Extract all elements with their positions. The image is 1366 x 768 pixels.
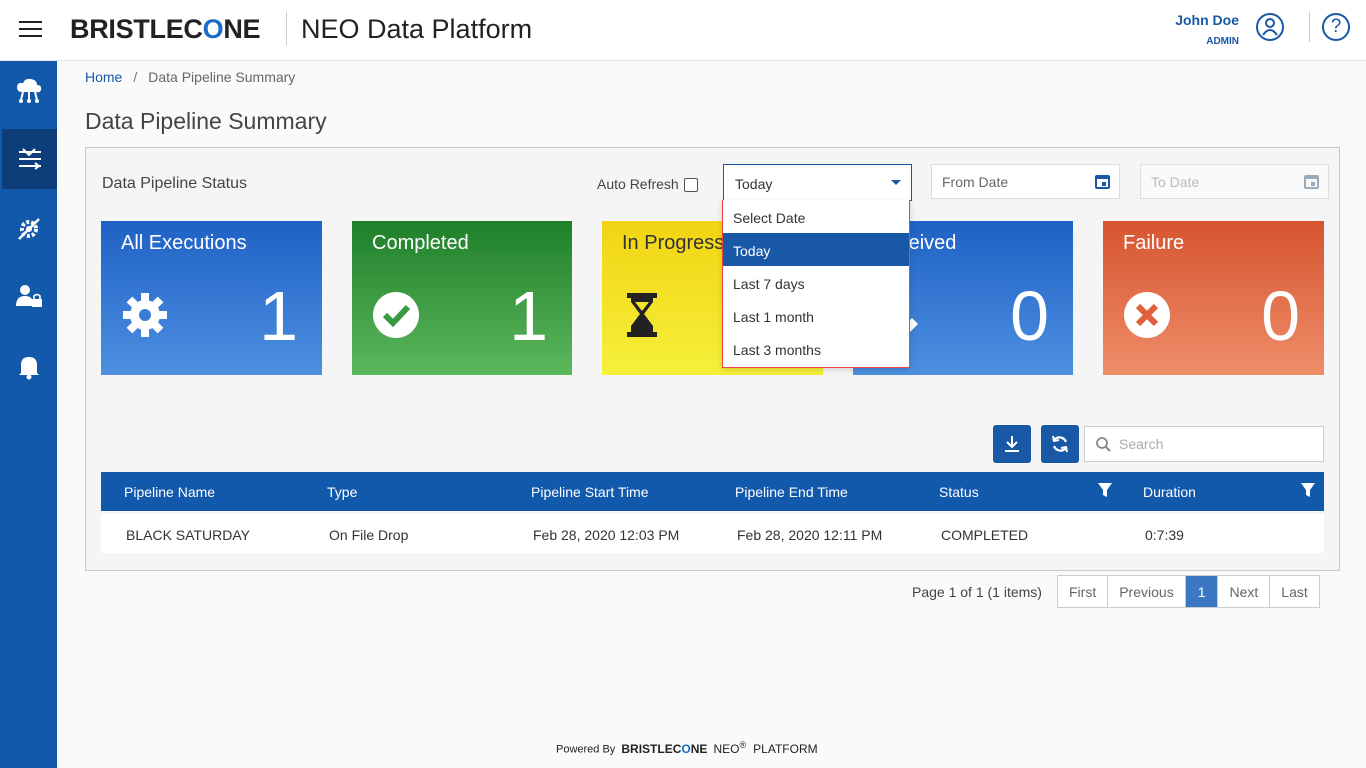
filter-icon[interactable] bbox=[1301, 483, 1315, 497]
brand-logo: BRISTLECONE bbox=[70, 14, 261, 44]
header-divider bbox=[286, 12, 287, 46]
tile-title: In Progress bbox=[622, 232, 725, 254]
calendar-icon[interactable] bbox=[1095, 174, 1110, 189]
column-header[interactable]: Pipeline Name bbox=[124, 484, 215, 500]
tile-title: Completed bbox=[372, 232, 469, 254]
help-icon[interactable]: ? bbox=[1322, 13, 1350, 41]
next-page-button[interactable]: Next bbox=[1218, 576, 1271, 607]
column-header[interactable]: Pipeline Start Time bbox=[531, 484, 649, 500]
app-header: BRISTLECONE NEO Data Platform John Doe A… bbox=[0, 0, 1366, 61]
last-page-button[interactable]: Last bbox=[1270, 576, 1318, 607]
current-page-button[interactable]: 1 bbox=[1185, 576, 1219, 607]
user-name: John Doe bbox=[1175, 12, 1239, 28]
refresh-icon bbox=[1052, 435, 1068, 453]
pipeline-icon[interactable] bbox=[2, 129, 57, 189]
tile-count: 0 bbox=[1261, 277, 1300, 355]
dropdown-option[interactable]: Select Date bbox=[723, 200, 909, 233]
tile-count: 0 bbox=[1010, 277, 1049, 355]
user-role: ADMIN bbox=[1206, 36, 1239, 47]
from-date-input[interactable]: From Date bbox=[931, 164, 1120, 199]
gear-icon bbox=[123, 293, 167, 337]
search-input[interactable]: Search bbox=[1084, 426, 1324, 462]
to-date-placeholder: To Date bbox=[1151, 174, 1200, 190]
cell-status: COMPLETED bbox=[941, 527, 1029, 543]
breadcrumb: Home / Data Pipeline Summary bbox=[85, 69, 295, 85]
page-info: Page 1 of 1 (1 items) bbox=[912, 584, 1042, 600]
tile-title: Failure bbox=[1123, 232, 1185, 254]
dropdown-option[interactable]: Last 7 days bbox=[723, 266, 909, 299]
filter-icon[interactable] bbox=[1098, 483, 1112, 497]
page-title: Data Pipeline Summary bbox=[85, 108, 327, 134]
table-row[interactable]: BLACK SATURDAY On File Drop Feb 28, 2020… bbox=[101, 514, 1324, 553]
hourglass-icon bbox=[627, 293, 657, 337]
settings-tools-icon[interactable] bbox=[0, 199, 57, 259]
footer-platform: PLATFORM bbox=[753, 741, 818, 756]
cell-duration: 0:7:39 bbox=[1145, 527, 1184, 543]
cell-start-time: Feb 28, 2020 12:03 PM bbox=[533, 527, 680, 543]
cloud-network-icon[interactable] bbox=[0, 61, 57, 121]
refresh-button[interactable] bbox=[1041, 425, 1079, 463]
user-profile-icon[interactable] bbox=[1256, 13, 1284, 41]
table-header: Pipeline Name Type Pipeline Start Time P… bbox=[101, 472, 1324, 511]
cell-end-time: Feb 28, 2020 12:11 PM bbox=[737, 527, 883, 543]
download-button[interactable] bbox=[993, 425, 1031, 463]
previous-page-button[interactable]: Previous bbox=[1108, 576, 1186, 607]
bell-icon[interactable] bbox=[0, 337, 57, 397]
dropdown-option[interactable]: Last 3 months bbox=[723, 332, 909, 365]
auto-refresh-label: Auto Refresh bbox=[597, 176, 679, 192]
dropdown-option[interactable]: Last 1 month bbox=[723, 299, 909, 332]
header-divider bbox=[1309, 12, 1310, 42]
column-header[interactable]: Type bbox=[327, 484, 357, 500]
platform-title: NEO Data Platform bbox=[301, 14, 533, 44]
cell-pipeline-name: BLACK SATURDAY bbox=[126, 527, 250, 543]
download-icon bbox=[1005, 436, 1019, 452]
tile-all-executions[interactable]: All Executions 1 bbox=[101, 221, 322, 375]
user-lock-icon[interactable] bbox=[0, 267, 57, 327]
from-date-placeholder: From Date bbox=[942, 174, 1009, 190]
x-circle-icon bbox=[1124, 292, 1170, 338]
column-header[interactable]: Duration bbox=[1143, 484, 1196, 500]
check-circle-icon bbox=[373, 292, 419, 338]
tile-completed[interactable]: Completed 1 bbox=[352, 221, 572, 375]
panel-title: Data Pipeline Status bbox=[102, 175, 247, 192]
sidebar bbox=[0, 61, 57, 768]
auto-refresh-checkbox[interactable] bbox=[684, 178, 698, 192]
footer-registered-mark: ® bbox=[739, 740, 747, 750]
date-range-dropdown: Select Date Today Last 7 days Last 1 mon… bbox=[722, 200, 910, 368]
dropdown-option[interactable]: Today bbox=[723, 233, 909, 266]
first-page-button[interactable]: First bbox=[1058, 576, 1109, 607]
footer-powered-by: Powered By bbox=[556, 743, 616, 756]
breadcrumb-current: Data Pipeline Summary bbox=[148, 69, 296, 85]
hamburger-menu-icon[interactable] bbox=[19, 21, 42, 39]
tile-count: 1 bbox=[509, 277, 548, 355]
caret-down-icon bbox=[891, 180, 901, 185]
search-icon bbox=[1096, 437, 1111, 452]
to-date-input[interactable]: To Date bbox=[1140, 164, 1329, 199]
calendar-icon[interactable] bbox=[1304, 174, 1319, 189]
breadcrumb-home-link[interactable]: Home bbox=[85, 69, 122, 85]
column-header[interactable]: Pipeline End Time bbox=[735, 484, 848, 500]
tile-count: 1 bbox=[259, 277, 298, 355]
breadcrumb-separator: / bbox=[133, 69, 138, 85]
footer-neo: NEO bbox=[713, 741, 740, 756]
cell-type: On File Drop bbox=[329, 527, 409, 543]
tile-title: All Executions bbox=[121, 232, 247, 254]
footer-brand: BRISTLECONE bbox=[621, 741, 708, 756]
date-range-value: Today bbox=[735, 176, 773, 192]
tile-failure[interactable]: Failure 0 bbox=[1103, 221, 1324, 375]
column-header[interactable]: Status bbox=[939, 484, 979, 500]
search-placeholder: Search bbox=[1119, 436, 1164, 452]
pagination: First Previous 1 Next Last bbox=[1057, 575, 1320, 608]
footer: Powered By BRISTLECONE NEO® PLATFORM bbox=[556, 740, 818, 756]
date-range-select[interactable]: Today bbox=[723, 164, 912, 201]
